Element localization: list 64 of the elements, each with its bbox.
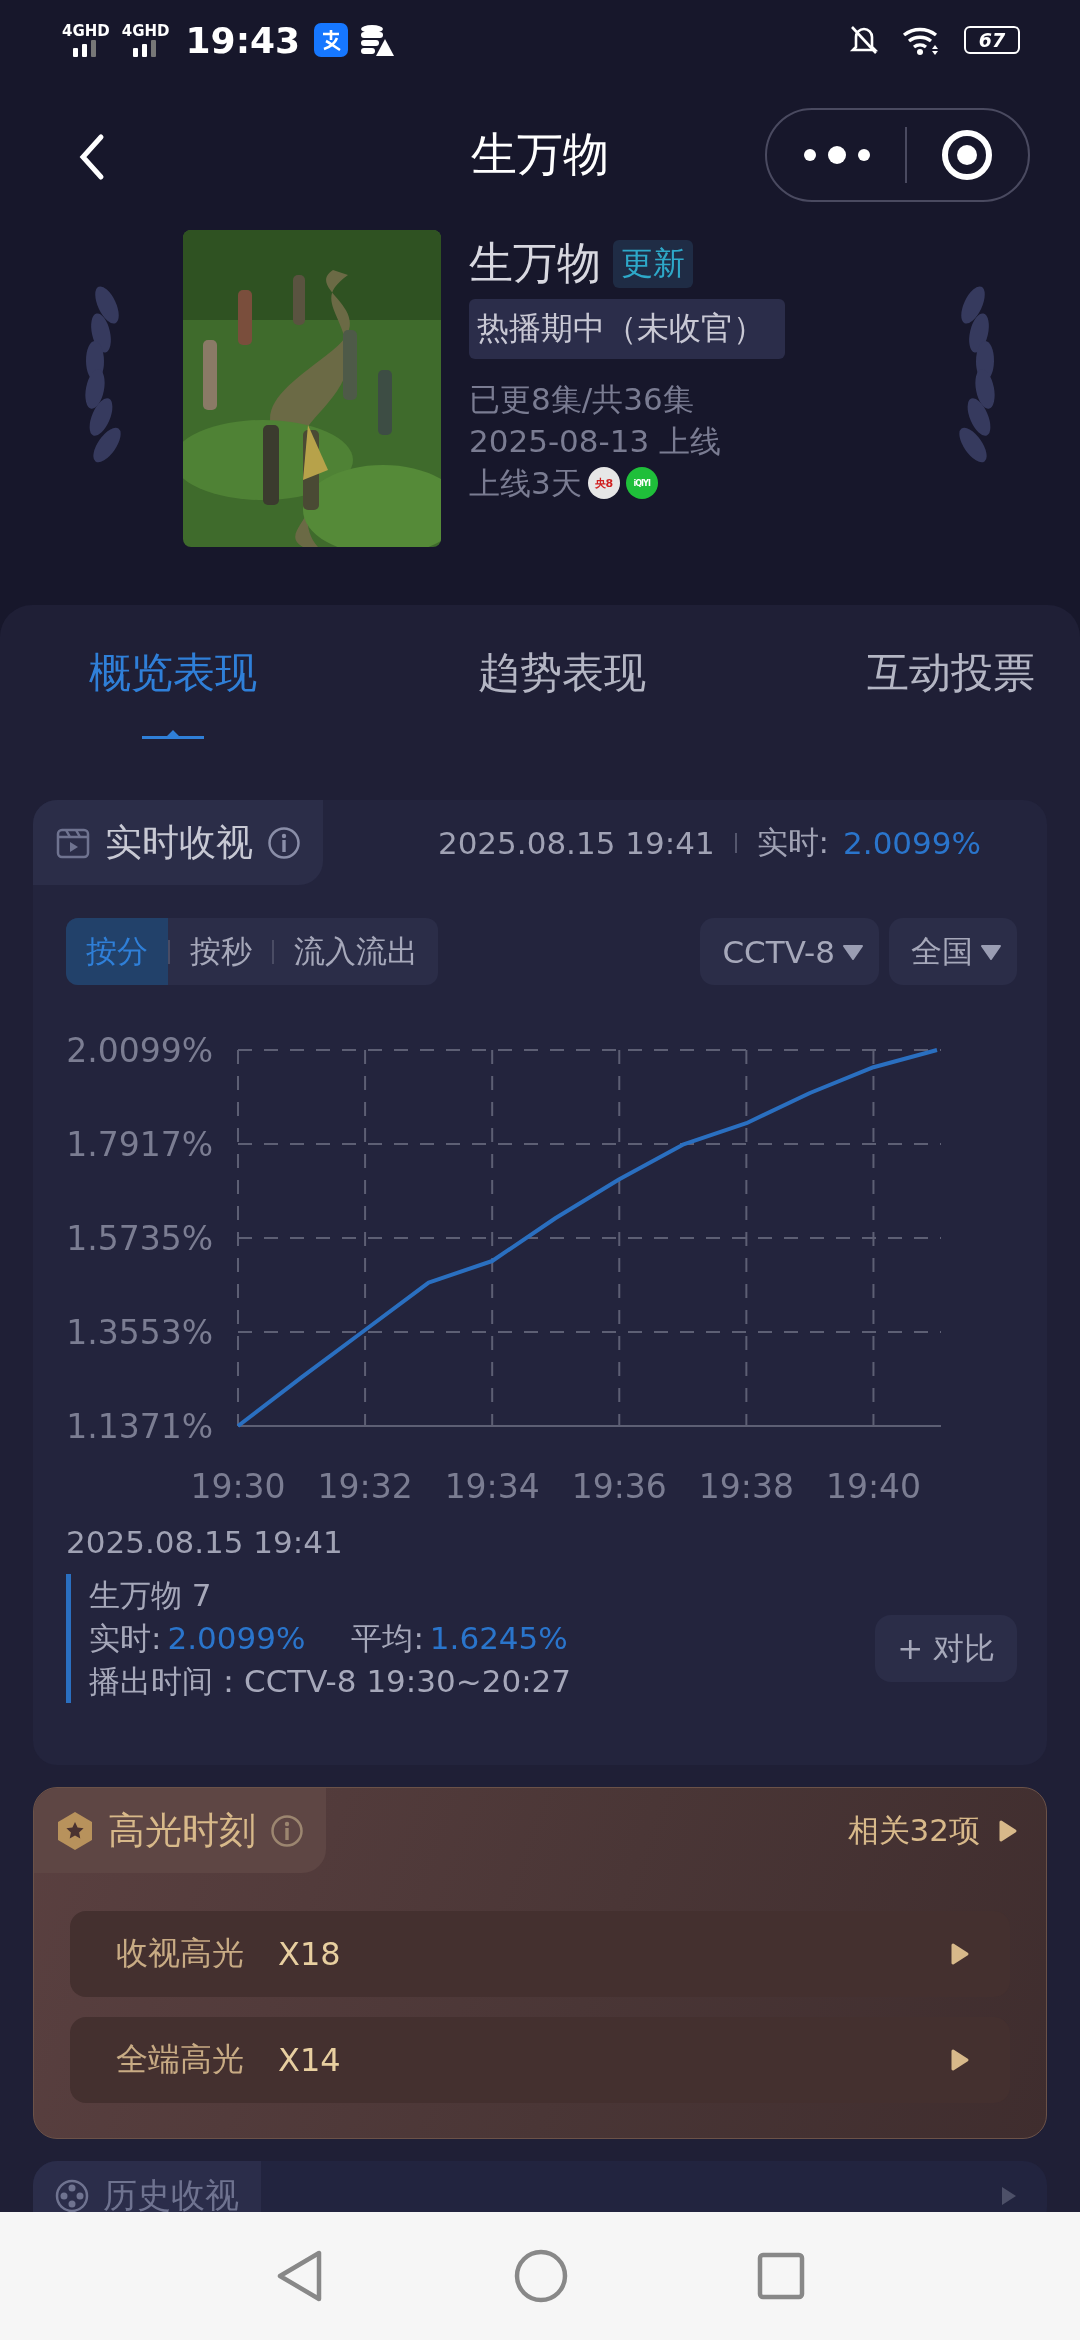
platform-logo: 央8	[587, 467, 620, 499]
info-icon[interactable]	[267, 825, 301, 860]
star-badge-icon	[56, 1810, 94, 1851]
average-rating-label: 平均:	[351, 1619, 424, 1658]
axis-label: 1.7917%	[66, 1125, 213, 1164]
home-nav-icon[interactable]	[514, 2249, 568, 2303]
live-rating-value: 2.0099%	[843, 824, 981, 861]
timestamp: 2025.08.15 19:41	[437, 824, 715, 861]
airtime-text: 播出时间：CCTV-8 19:30~20:27	[89, 1662, 572, 1701]
episode-name: 生万物 7	[89, 1576, 213, 1615]
highlight-row[interactable]: 全端高光 X14	[70, 2017, 1010, 2103]
back-icon[interactable]	[77, 133, 105, 181]
axis-label: 1.1371%	[66, 1407, 213, 1446]
airing-status-tag: 热播期中（未收官）	[469, 299, 785, 359]
axis-label: 2.0099%	[66, 1031, 213, 1070]
show-title: 生万物	[469, 236, 601, 290]
page-title: 生万物	[471, 126, 609, 183]
film-reel-icon	[55, 2179, 89, 2212]
show-info-text: 2025-08-13 上线	[469, 422, 721, 461]
tab[interactable]: 互动投票	[867, 645, 1035, 701]
caret-icon	[843, 943, 863, 960]
live-rating-label: 实时:	[89, 1619, 162, 1658]
axis-label: 19:34	[444, 1467, 540, 1506]
play-arrow-icon	[998, 1818, 1018, 1843]
compare-button[interactable]: + 对比	[875, 1615, 1017, 1682]
axis-label: 19:36	[571, 1467, 667, 1506]
tab[interactable]: 概览表现	[89, 645, 257, 701]
detail-date: 2025.08.15 19:41	[66, 1524, 344, 1560]
network-label: 4GHD	[62, 23, 110, 39]
battery-icon: 67	[964, 26, 1020, 54]
show-info-text: 已更8集/共36集	[469, 380, 695, 419]
payment-app-icon	[314, 23, 349, 57]
info-icon[interactable]	[270, 1813, 304, 1848]
section-title: 实时收视	[105, 819, 253, 866]
caret-icon	[981, 943, 1001, 960]
dropdown[interactable]: CCTV-8	[700, 918, 879, 985]
platform-logo: iQIYI	[625, 467, 658, 499]
network-label: 4GHD	[121, 23, 170, 39]
mode-option[interactable]: 流入流出	[274, 918, 438, 985]
axis-label: 1.5735%	[66, 1219, 213, 1258]
live-rating-value: 2.0099%	[167, 1619, 306, 1658]
axis-label: 19:30	[190, 1467, 286, 1506]
dropdown[interactable]: 全国	[889, 918, 1017, 985]
clock-time: 19:43	[185, 19, 301, 61]
section-title: 高光时刻	[108, 1807, 256, 1854]
axis-label: 1.3553%	[66, 1313, 213, 1352]
average-rating-value: 1.6245%	[429, 1619, 568, 1658]
show-info-text: 上线3天	[469, 464, 582, 503]
axis-label: 19:38	[698, 1467, 794, 1506]
more-icon[interactable]	[801, 145, 872, 165]
tab[interactable]: 趋势表现	[478, 645, 646, 701]
tab-indicator	[142, 729, 204, 739]
live-rating-label: 实时:	[756, 822, 830, 862]
play-arrow-icon	[950, 1942, 970, 1966]
mode-option[interactable]: 按秒	[170, 918, 272, 985]
storage-warning-icon	[358, 23, 395, 57]
axis-label: 19:40	[825, 1467, 921, 1506]
axis-label: 19:32	[317, 1467, 413, 1506]
play-arrow-icon	[950, 2048, 970, 2072]
close-target-icon[interactable]	[939, 128, 994, 182]
recents-nav-icon[interactable]	[757, 2252, 806, 2300]
related-link[interactable]: 相关32项	[841, 1808, 1046, 1853]
section-title: 历史收视	[103, 2174, 239, 2212]
update-badge: 更新	[613, 239, 693, 288]
